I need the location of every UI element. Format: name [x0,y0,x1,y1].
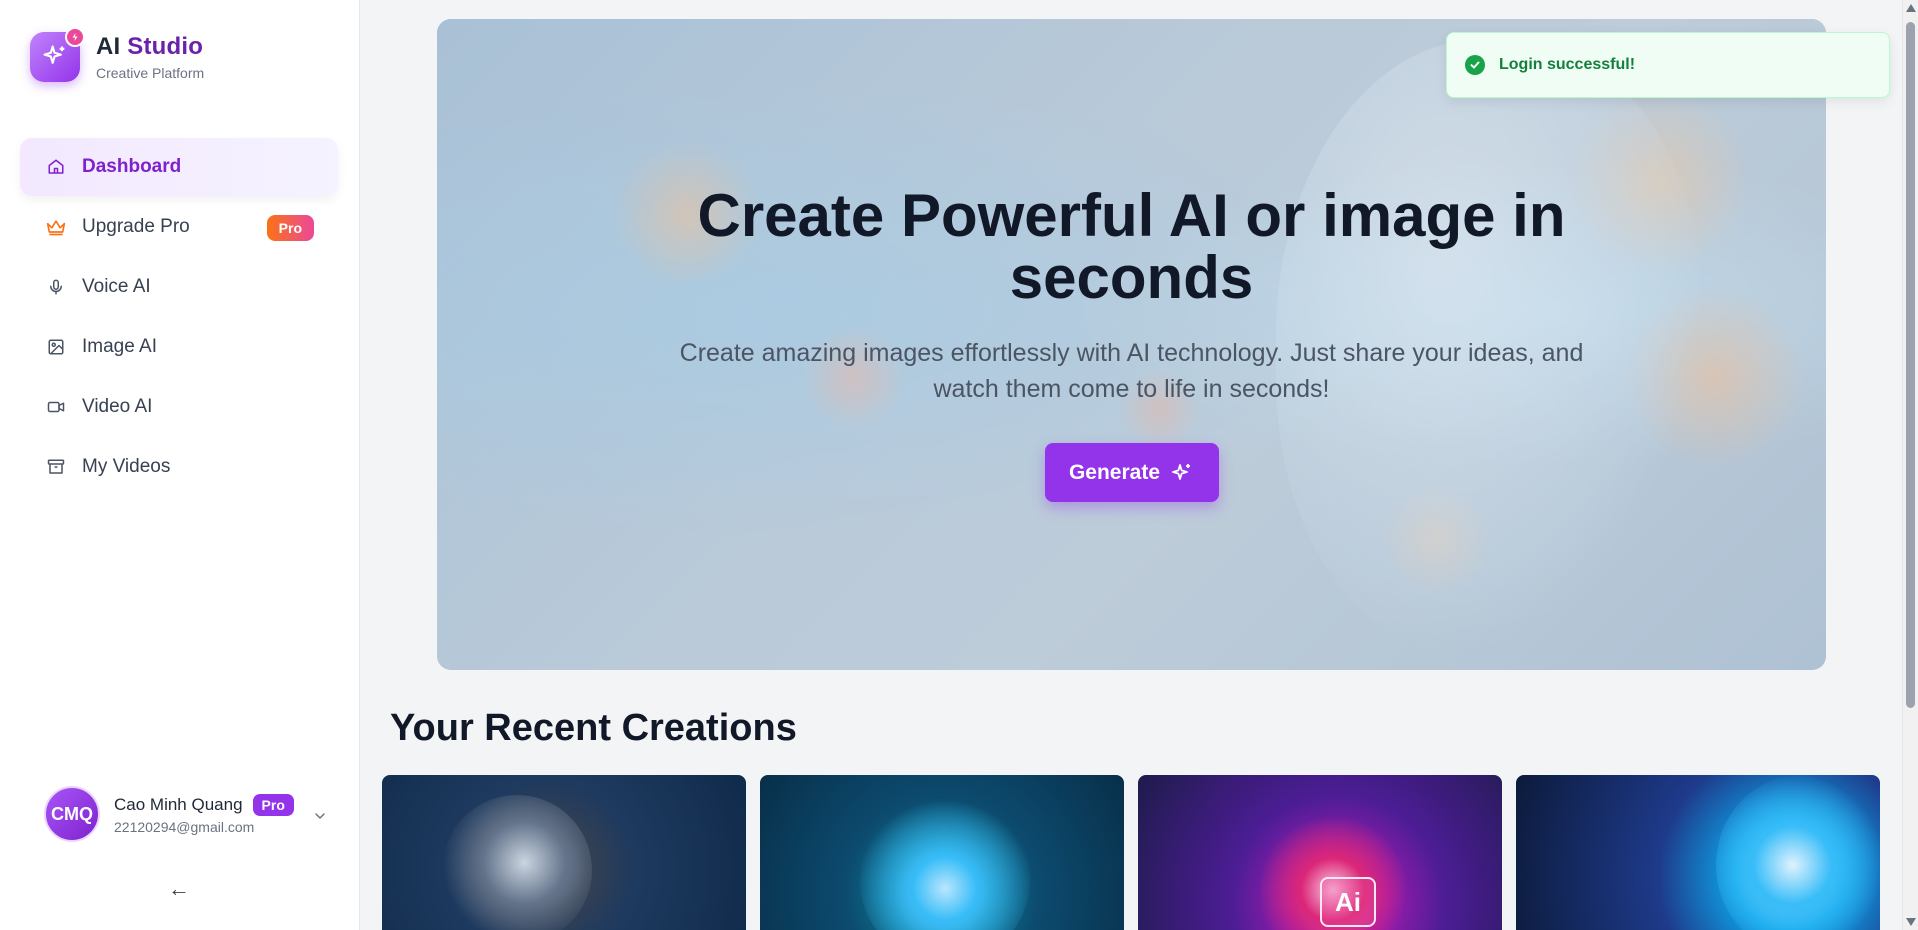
sidebar-item-label: Dashboard [82,156,182,177]
toast-message: Login successful! [1499,56,1636,73]
image-icon [46,337,66,357]
creation-card[interactable] [760,775,1124,930]
ai-logo-badge: Ai [1320,877,1376,927]
scroll-up-arrow-icon[interactable] [1906,4,1916,12]
chevron-down-icon[interactable] [312,808,328,829]
brand[interactable]: AI Studio Creative Platform [30,27,205,82]
brand-title: AI Studio [96,33,204,60]
robot-head-image [442,795,592,930]
generate-button[interactable]: Generate [1044,443,1219,502]
hero-title: Create Powerful AI or image in seconds [697,182,1566,311]
recent-creations-title: Your Recent Creations [390,707,797,749]
sparkles-icon [43,45,65,64]
sidebar-item-label: Image AI [82,336,157,357]
hero-banner: Create Powerful AI or image in seconds C… [437,19,1826,670]
creation-card[interactable]: Ai [1138,775,1502,930]
pro-badge: Pro [266,215,314,241]
sidebar-item-upgrade-pro[interactable]: Upgrade Pro Pro [20,198,338,256]
toast-notification: Login successful! [1446,32,1890,98]
sidebar-item-label: Voice AI [82,276,151,297]
sidebar-item-label: Upgrade Pro [82,216,190,237]
scrollbar-thumb[interactable] [1906,22,1915,708]
ai-face-image [860,795,1030,930]
creation-card[interactable] [382,775,746,930]
sidebar-item-image-ai[interactable]: Image AI [20,318,338,376]
sidebar-nav: Dashboard Upgrade Pro Pro Voice AI Image… [20,138,338,498]
creation-card[interactable] [1516,775,1880,930]
sidebar-item-label: Video AI [82,396,153,417]
vertical-scrollbar[interactable] [1902,0,1918,930]
sidebar-item-video-ai[interactable]: Video AI [20,378,338,436]
brand-subtitle: Creative Platform [96,65,205,81]
scroll-down-arrow-icon[interactable] [1906,918,1916,926]
sidebar-item-dashboard[interactable]: Dashboard [20,138,338,196]
user-email: 22120294@gmail.com [114,818,255,835]
sidebar-item-my-videos[interactable]: My Videos [20,438,338,496]
brand-logo [30,27,85,82]
user-name: Cao Minh Quang [114,794,243,814]
video-icon [46,397,66,417]
avatar: CMQ [44,786,100,842]
crown-icon [46,217,66,237]
hero-description: Create amazing images effortlessly with … [679,339,1584,403]
sparkles-icon [1170,461,1194,485]
archive-icon [46,457,66,477]
home-icon [46,157,66,177]
recent-creations-grid: Ai [382,775,1880,930]
user-pro-badge: Pro [252,793,294,816]
user-menu[interactable]: CMQ Cao Minh Quang Pro 22120294@gmail.co… [44,786,344,842]
collapse-sidebar-button[interactable]: ← [168,876,190,902]
digital-head-image [1716,775,1880,930]
sidebar-item-label: My Videos [82,456,171,477]
microphone-icon [46,277,66,297]
sidebar: AI Studio Creative Platform Dashboard Up… [0,0,360,930]
generate-button-label: Generate [1068,460,1161,484]
sidebar-item-voice-ai[interactable]: Voice AI [20,258,338,316]
notification-dot-icon [65,27,85,47]
check-circle-icon [1465,55,1485,75]
